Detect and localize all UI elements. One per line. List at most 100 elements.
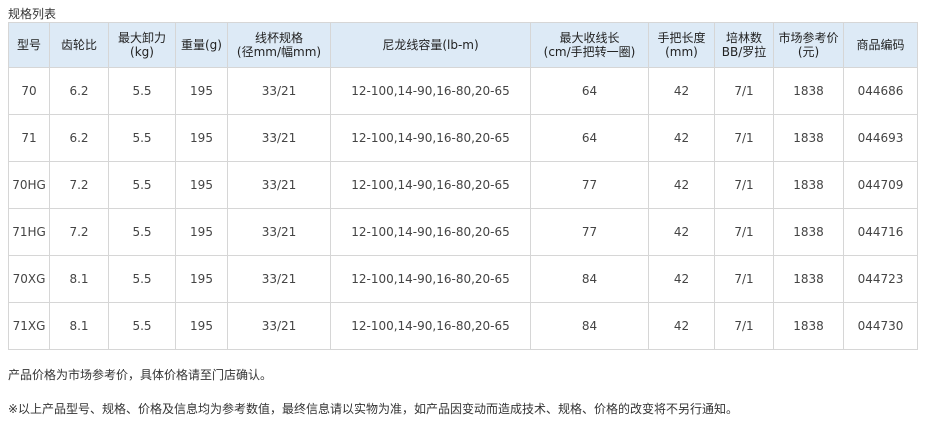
cell-spool-spec: 33/21 [227,67,331,115]
cell-product-code: 044686 [843,67,918,115]
header-label: 市场参考价 [778,31,839,45]
header-price: 市场参考价 (元) [773,22,844,68]
header-spool-spec: 线杯规格 (径mm/幅mm) [227,22,331,68]
header-label: 尼龙线容量(lb-m) [382,38,479,52]
cell-product-code: 044693 [843,114,918,162]
cell-max-retrieve: 84 [530,255,649,303]
disclaimer-note: ※以上产品型号、规格、价格及信息均为参考数值，最终信息请以实物为准，如产品因变动… [8,402,739,416]
cell-weight: 195 [175,208,228,256]
cell-weight: 195 [175,302,228,350]
header-label: 培林数 [725,31,762,45]
cell-gear-ratio: 8.1 [49,255,109,303]
cell-gear-ratio: 7.2 [49,161,109,209]
header-gear-ratio: 齿轮比 [49,22,109,68]
header-label: 商品编码 [856,38,905,52]
table-row: 70HG 7.2 5.5 195 33/21 12-100,14-90,16-8… [8,161,918,209]
cell-price: 1838 [773,161,844,209]
cell-spool-spec: 33/21 [227,114,331,162]
cell-line-capacity: 12-100,14-90,16-80,20-65 [330,114,531,162]
header-unit: (kg) [130,45,154,59]
cell-max-drag: 5.5 [108,67,176,115]
table-row: 71 6.2 5.5 195 33/21 12-100,14-90,16-80,… [8,114,918,162]
cell-gear-ratio: 6.2 [49,114,109,162]
cell-model: 71 [8,114,50,162]
cell-bearings: 7/1 [714,302,774,350]
cell-bearings: 7/1 [714,67,774,115]
cell-handle-length: 42 [648,67,715,115]
cell-handle-length: 42 [648,255,715,303]
header-label: 手把长度 [657,31,706,45]
cell-max-drag: 5.5 [108,255,176,303]
cell-gear-ratio: 6.2 [49,67,109,115]
header-row: 型号 齿轮比 最大卸力 (kg) 重量(g) 线杯规格 (径mm/幅mm) 尼龙… [8,22,918,68]
header-unit: (径mm/幅mm) [236,45,322,59]
header-label: 重量(g) [181,38,222,52]
cell-price: 1838 [773,302,844,350]
cell-line-capacity: 12-100,14-90,16-80,20-65 [330,208,531,256]
cell-price: 1838 [773,255,844,303]
header-max-drag: 最大卸力 (kg) [108,22,176,68]
cell-max-drag: 5.5 [108,114,176,162]
cell-max-retrieve: 77 [530,161,649,209]
header-max-retrieve: 最大收线长 (cm/手把转一圈) [530,22,649,68]
cell-spool-spec: 33/21 [227,255,331,303]
cell-weight: 195 [175,67,228,115]
cell-max-retrieve: 84 [530,302,649,350]
header-unit: BB/罗拉 [721,45,767,59]
cell-weight: 195 [175,114,228,162]
cell-model: 70XG [8,255,50,303]
cell-weight: 195 [175,161,228,209]
cell-price: 1838 [773,208,844,256]
cell-product-code: 044709 [843,161,918,209]
cell-price: 1838 [773,67,844,115]
header-bearings: 培林数 BB/罗拉 [714,22,774,68]
cell-spool-spec: 33/21 [227,302,331,350]
cell-max-drag: 5.5 [108,208,176,256]
cell-spool-spec: 33/21 [227,161,331,209]
cell-line-capacity: 12-100,14-90,16-80,20-65 [330,161,531,209]
header-label: 线杯规格 [254,31,303,45]
table-row: 70XG 8.1 5.5 195 33/21 12-100,14-90,16-8… [8,255,918,303]
specifications-table: 型号 齿轮比 最大卸力 (kg) 重量(g) 线杯规格 (径mm/幅mm) 尼龙… [8,22,918,350]
cell-model: 71XG [8,302,50,350]
table-row: 70 6.2 5.5 195 33/21 12-100,14-90,16-80,… [8,67,918,115]
cell-gear-ratio: 7.2 [49,208,109,256]
cell-product-code: 044730 [843,302,918,350]
cell-max-drag: 5.5 [108,302,176,350]
cell-model: 70 [8,67,50,115]
cell-model: 70HG [8,161,50,209]
header-unit: (cm/手把转一圈) [543,45,636,59]
cell-line-capacity: 12-100,14-90,16-80,20-65 [330,302,531,350]
header-label: 最大卸力 [117,31,166,45]
header-product-code: 商品编码 [843,22,918,68]
cell-line-capacity: 12-100,14-90,16-80,20-65 [330,67,531,115]
header-unit: (mm) [665,45,698,59]
table-caption: 规格列表 [8,7,57,21]
cell-bearings: 7/1 [714,114,774,162]
cell-handle-length: 42 [648,161,715,209]
cell-product-code: 044723 [843,255,918,303]
cell-handle-length: 42 [648,302,715,350]
cell-price: 1838 [773,114,844,162]
table-row: 71XG 8.1 5.5 195 33/21 12-100,14-90,16-8… [8,302,918,350]
table-row: 71HG 7.2 5.5 195 33/21 12-100,14-90,16-8… [8,208,918,256]
header-line-capacity: 尼龙线容量(lb-m) [330,22,531,68]
cell-line-capacity: 12-100,14-90,16-80,20-65 [330,255,531,303]
cell-handle-length: 42 [648,208,715,256]
cell-weight: 195 [175,255,228,303]
cell-bearings: 7/1 [714,255,774,303]
cell-gear-ratio: 8.1 [49,302,109,350]
header-handle-length: 手把长度 (mm) [648,22,715,68]
header-label: 最大收线长 [559,31,620,45]
cell-max-drag: 5.5 [108,161,176,209]
cell-max-retrieve: 64 [530,67,649,115]
header-unit: (元) [797,45,820,59]
cell-max-retrieve: 77 [530,208,649,256]
cell-max-retrieve: 64 [530,114,649,162]
cell-bearings: 7/1 [714,208,774,256]
cell-bearings: 7/1 [714,161,774,209]
cell-model: 71HG [8,208,50,256]
header-weight: 重量(g) [175,22,228,68]
cell-spool-spec: 33/21 [227,208,331,256]
cell-product-code: 044716 [843,208,918,256]
